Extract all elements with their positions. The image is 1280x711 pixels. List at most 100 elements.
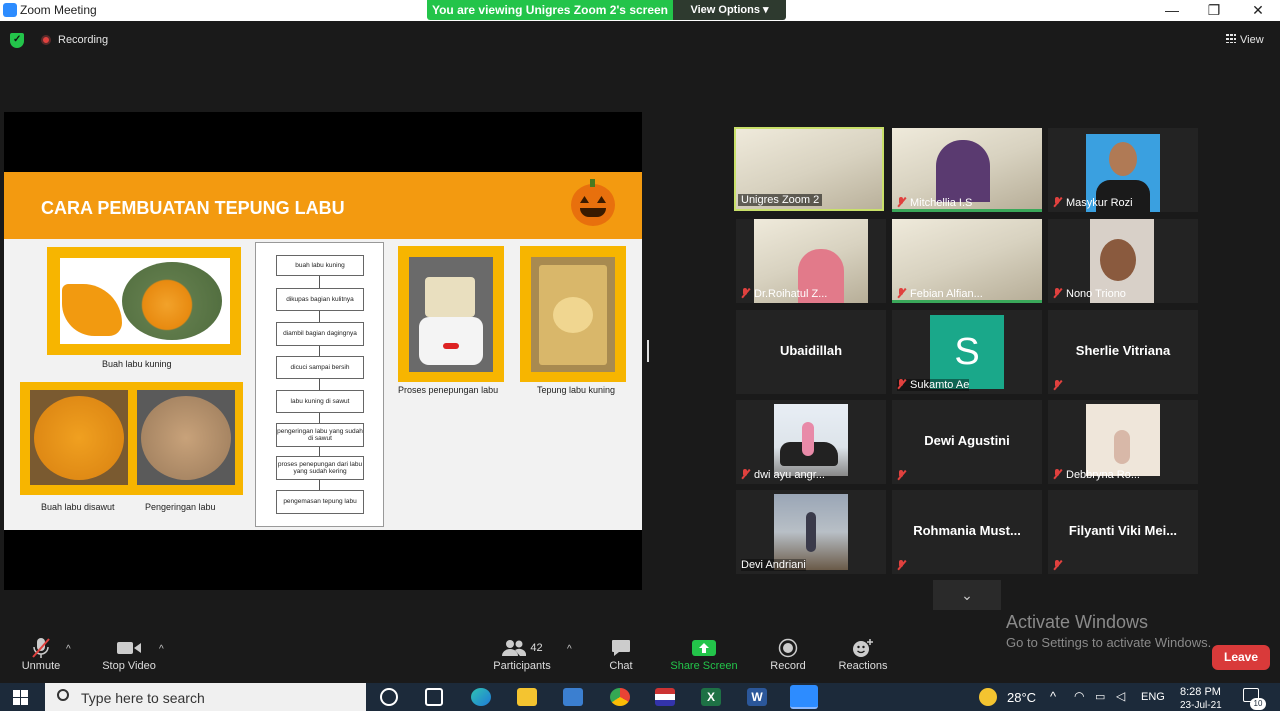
caption-buah-labu-kuning: Buah labu kuning (102, 359, 172, 369)
pumpkin-photo (60, 258, 230, 344)
participant-tile[interactable]: dwi ayu angr... (736, 400, 886, 484)
cortana-icon[interactable] (380, 688, 398, 706)
record-label: Record (770, 660, 806, 672)
participant-tile[interactable]: Nono Triono (1048, 219, 1198, 303)
share-screen-icon (668, 636, 740, 660)
participants-options-caret[interactable]: ^ (567, 644, 572, 655)
flow-step: dicuci sampai bersih (276, 356, 364, 379)
windows-taskbar: Type here to search X W 28°C ^ ◠ ▭ ◁ ENG… (0, 683, 1280, 711)
app-icon[interactable] (655, 688, 675, 706)
slide-title: CARA PEMBUATAN TEPUNG LABU (41, 198, 345, 218)
flow-step: labu kuning di sawut (276, 390, 364, 413)
participant-tile[interactable]: Dr.Roihatul Z... (736, 219, 886, 303)
flow-step: diambil bagian dagingnya (276, 322, 364, 346)
caption-proses-penepungan: Proses penepungan labu (398, 385, 499, 395)
unmute-button[interactable]: Unmute (14, 636, 68, 672)
view-button[interactable]: View (1226, 34, 1264, 46)
participants-button[interactable]: 42 Participants (490, 636, 554, 672)
zoom-taskbar-icon[interactable] (790, 685, 818, 709)
smiley-icon (836, 636, 890, 660)
tray-chevron-up-icon[interactable]: ^ (1050, 689, 1056, 704)
excel-icon[interactable]: X (701, 688, 721, 706)
clock-time[interactable]: 8:28 PM (1180, 686, 1221, 698)
participant-name: Debbryna Ro... (1053, 469, 1140, 481)
view-label: View (1240, 34, 1264, 46)
participant-name: Ubaidillah (779, 343, 843, 358)
battery-icon[interactable]: ▭ (1095, 690, 1105, 703)
mic-muted-icon (1053, 380, 1062, 390)
stop-video-label: Stop Video (102, 660, 156, 672)
search-icon (57, 689, 69, 701)
avatar: S (930, 315, 1004, 389)
view-options-button[interactable]: View Options ▾ (673, 0, 786, 20)
participant-name: dwi ayu angr... (741, 469, 825, 481)
participant-tile[interactable]: Ubaidillah (736, 310, 886, 394)
participant-tile[interactable]: Masykur Rozi (1048, 128, 1198, 212)
flow-arrow (319, 413, 320, 423)
record-button[interactable]: Record (766, 636, 810, 672)
participants-icon: 42 (490, 636, 554, 660)
zoom-meeting-window: Zoom Meeting — ❐ ✕ You are viewing Unigr… (0, 0, 1280, 711)
flow-arrow (319, 276, 320, 288)
video-options-caret[interactable]: ^ (159, 644, 164, 655)
participant-tile[interactable]: Sherlie Vitriana (1048, 310, 1198, 394)
word-icon[interactable]: W (747, 688, 767, 706)
minimize-button[interactable]: — (1152, 0, 1192, 21)
participant-tile[interactable]: Debbryna Ro... (1048, 400, 1198, 484)
video-feed (774, 404, 848, 476)
flow-step: proses penepungan dari labu yang sudah k… (276, 456, 364, 480)
flour-package-photo (531, 257, 615, 372)
store-icon[interactable] (563, 688, 583, 706)
restore-button[interactable]: ❐ (1194, 0, 1234, 21)
taskbar-search-input[interactable]: Type here to search (45, 683, 366, 711)
chrome-icon[interactable] (610, 688, 630, 706)
flow-step: buah labu kuning (276, 255, 364, 276)
flow-arrow (319, 379, 320, 390)
photo-frame (520, 246, 626, 382)
window-title: Zoom Meeting (20, 3, 97, 17)
search-placeholder: Type here to search (81, 690, 205, 706)
wifi-icon[interactable]: ◠ (1074, 689, 1084, 703)
participant-tile[interactable]: Rohmania Must... (892, 490, 1042, 574)
temperature[interactable]: 28°C (1007, 690, 1036, 705)
weather-icon[interactable] (979, 688, 997, 706)
reactions-button[interactable]: Reactions (836, 636, 890, 672)
share-screen-button[interactable]: Share Screen (668, 636, 740, 672)
audio-options-caret[interactable]: ^ (66, 644, 71, 655)
flow-step: dikupas bagian kulitnya (276, 288, 364, 311)
participants-count: 42 (530, 642, 543, 654)
participant-tile[interactable]: Unigres Zoom 2 (734, 127, 884, 211)
edge-icon[interactable] (471, 688, 491, 706)
file-explorer-icon[interactable] (517, 688, 537, 706)
participant-tile[interactable]: Febian Alfian... (892, 219, 1042, 303)
participants-label: Participants (493, 660, 551, 672)
video-feed (1086, 404, 1160, 476)
dried-pumpkin-photo (137, 390, 235, 485)
slide-header: CARA PEMBUATAN TEPUNG LABU (4, 172, 642, 239)
chat-button[interactable]: Chat (602, 636, 640, 672)
stop-video-button[interactable]: Stop Video (98, 636, 160, 672)
photo-frame (398, 246, 504, 382)
participant-name: Dewi Agustini (924, 433, 1010, 448)
chat-label: Chat (609, 660, 633, 672)
gallery-next-page-button[interactable]: ⌄ (933, 580, 1001, 610)
task-view-icon[interactable] (425, 688, 443, 706)
participant-tile[interactable]: Devi Andriani (736, 490, 886, 574)
leave-button[interactable]: Leave (1212, 645, 1270, 670)
split-view-handle[interactable] (647, 340, 649, 362)
mic-muted-icon (1053, 197, 1062, 207)
participant-name: Unigres Zoom 2 (738, 194, 823, 206)
windows-start-icon[interactable] (13, 690, 28, 705)
participant-tile[interactable]: S Sukamto Ae (892, 310, 1042, 394)
language-indicator[interactable]: ENG (1141, 691, 1165, 703)
reactions-label: Reactions (838, 660, 888, 672)
clock-date[interactable]: 23-Jul-21 (1180, 700, 1222, 711)
volume-icon[interactable]: ◁ (1116, 689, 1125, 703)
participant-tile[interactable]: Mitchellia I.S (892, 128, 1042, 212)
participant-tile[interactable]: Filyanti Viki Mei... (1048, 490, 1198, 574)
chevron-down-icon: ⌄ (961, 587, 973, 603)
mic-muted-icon (14, 636, 68, 660)
participant-tile[interactable]: Dewi Agustini (892, 400, 1042, 484)
viewing-screen-banner: You are viewing Unigres Zoom 2's screen (427, 0, 673, 20)
close-button[interactable]: ✕ (1238, 0, 1278, 21)
